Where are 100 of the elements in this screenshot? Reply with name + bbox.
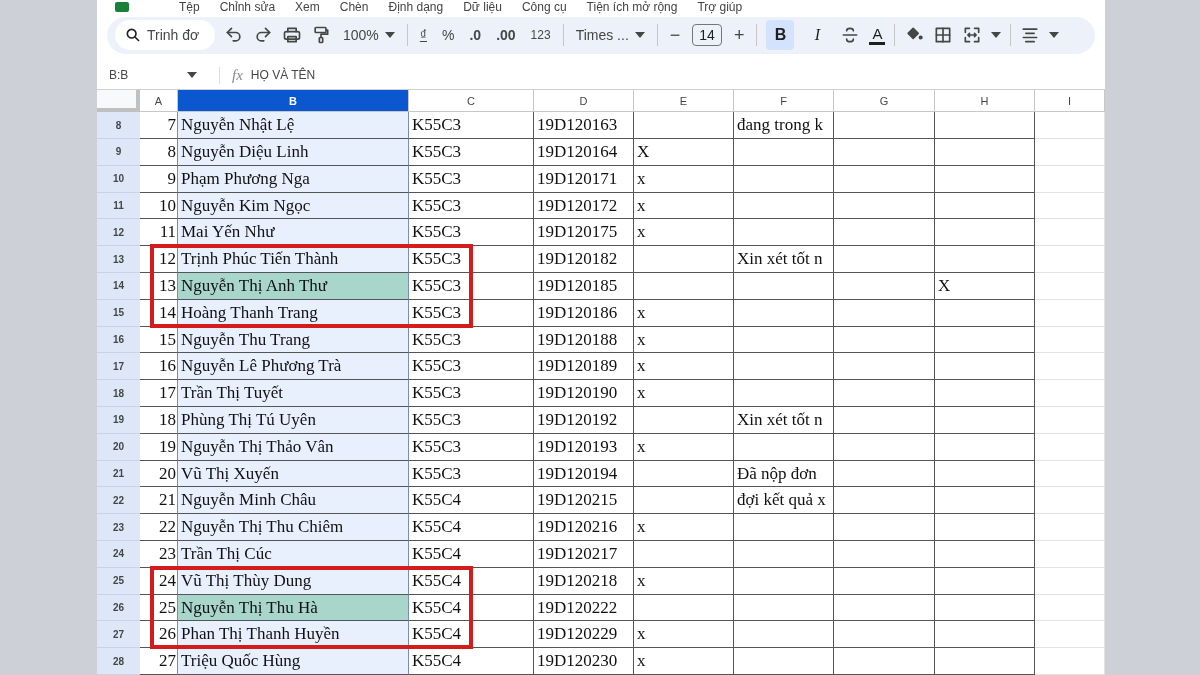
table-cell: x bbox=[634, 380, 734, 408]
text-color-button[interactable]: A bbox=[869, 25, 886, 45]
row-header[interactable]: 26 bbox=[97, 594, 140, 622]
table-cell: 19D120182 bbox=[534, 246, 634, 274]
row-header[interactable]: 25 bbox=[97, 567, 140, 595]
row-header[interactable]: 8 bbox=[97, 112, 140, 140]
row-header[interactable]: 27 bbox=[97, 621, 140, 649]
table-cell: K55C4 bbox=[409, 621, 534, 649]
table-cell bbox=[1035, 407, 1105, 434]
table-cell: Xin xét tốt n bbox=[734, 246, 834, 274]
formula-field[interactable]: HỌ VÀ TÊN bbox=[250, 68, 316, 83]
row-header[interactable]: 13 bbox=[97, 246, 140, 274]
caret-icon[interactable] bbox=[634, 32, 645, 39]
menu-item[interactable]: Tệp bbox=[179, 0, 200, 15]
row-header[interactable]: 24 bbox=[97, 541, 140, 568]
table-cell bbox=[1035, 541, 1105, 568]
percent-format-button[interactable]: % bbox=[439, 25, 458, 46]
row-header[interactable]: 19 bbox=[97, 407, 140, 434]
row-header[interactable]: 21 bbox=[97, 460, 140, 488]
table-cell: K55C3 bbox=[409, 273, 534, 300]
column-header[interactable]: G bbox=[834, 90, 935, 113]
table-cell: X bbox=[935, 273, 1035, 300]
table-cell bbox=[1035, 139, 1105, 166]
font-size-field[interactable]: 14 bbox=[692, 24, 722, 47]
table-cell: 19D120190 bbox=[534, 380, 634, 408]
table-cell: x bbox=[634, 192, 734, 220]
caret-icon[interactable] bbox=[991, 32, 1002, 39]
column-header[interactable]: H bbox=[935, 90, 1035, 113]
table-cell: 19D120217 bbox=[534, 541, 634, 568]
increase-font-size-button[interactable]: + bbox=[730, 22, 748, 48]
number-format-button[interactable]: 123 bbox=[527, 26, 554, 45]
column-header[interactable]: F bbox=[734, 90, 834, 113]
menu-item[interactable]: Xem bbox=[295, 0, 320, 15]
row-header[interactable]: 23 bbox=[97, 514, 140, 541]
menu-item[interactable]: Chèn bbox=[339, 0, 369, 15]
zoom-dropdown[interactable]: 100% bbox=[340, 25, 398, 46]
table-cell bbox=[1035, 460, 1105, 488]
table-cell: K55C3 bbox=[409, 299, 534, 327]
table-cell bbox=[1035, 567, 1105, 595]
table-cell: 19D120230 bbox=[534, 648, 634, 675]
row-header[interactable]: 10 bbox=[97, 165, 140, 193]
table-cell: 19D120229 bbox=[534, 621, 634, 649]
sheets-logo-icon[interactable] bbox=[115, 2, 129, 13]
currency-format-button[interactable]: ₫ bbox=[416, 25, 430, 46]
increase-decimal-button[interactable]: .00 bbox=[493, 25, 519, 46]
table-cell: 19D120171 bbox=[534, 165, 634, 193]
row-header[interactable]: 18 bbox=[97, 380, 140, 408]
table-cell bbox=[1035, 353, 1105, 381]
table-cell: 19D120172 bbox=[534, 192, 634, 220]
table-cell: x bbox=[634, 433, 734, 461]
decrease-decimal-button[interactable]: .0 bbox=[466, 25, 485, 46]
column-header[interactable]: D bbox=[534, 90, 634, 113]
table-cell: Nguyễn Thị Thu Hà bbox=[178, 594, 409, 622]
row-header[interactable]: 20 bbox=[97, 433, 140, 461]
row-header[interactable]: 28 bbox=[97, 648, 140, 675]
menu-item[interactable]: Tiện ích mở rộng bbox=[586, 0, 678, 15]
table-cell: K55C3 bbox=[409, 380, 534, 408]
table-cell: Trần Thị Tuyết bbox=[178, 380, 409, 408]
column-header[interactable]: I bbox=[1035, 90, 1105, 113]
table-cell: Nguyễn Lê Phương Trà bbox=[178, 353, 409, 381]
name-box[interactable]: B:B bbox=[97, 68, 207, 83]
table-cell: 19D120218 bbox=[534, 567, 634, 595]
row-header[interactable]: 16 bbox=[97, 326, 140, 354]
menu-search-field[interactable]: Trinh đơ bbox=[115, 20, 215, 51]
table-cell: đợi kết quả x bbox=[734, 487, 834, 515]
table-cell: x bbox=[634, 514, 734, 541]
table-cell: K55C4 bbox=[409, 648, 534, 675]
table-cell bbox=[1035, 380, 1105, 408]
table-cell: 19D120185 bbox=[534, 273, 634, 300]
print-icon[interactable] bbox=[282, 25, 302, 46]
merge-cells-icon[interactable] bbox=[962, 25, 983, 46]
borders-icon[interactable] bbox=[933, 25, 954, 46]
italic-button[interactable]: I bbox=[803, 20, 832, 51]
caret-icon[interactable] bbox=[384, 32, 395, 39]
caret-icon[interactable] bbox=[187, 72, 197, 79]
column-header[interactable]: E bbox=[634, 90, 734, 113]
bold-button[interactable]: B bbox=[766, 20, 795, 51]
row-header[interactable]: 9 bbox=[97, 139, 140, 166]
menu-item[interactable]: Dữ liệu bbox=[463, 0, 502, 15]
font-dropdown[interactable]: Times ... bbox=[572, 25, 648, 46]
menu-item[interactable]: Công cụ bbox=[521, 0, 567, 15]
table-cell: x bbox=[634, 219, 734, 247]
row-header[interactable]: 14 bbox=[97, 273, 140, 300]
column-header[interactable]: C bbox=[409, 90, 534, 113]
column-header[interactable]: B bbox=[178, 90, 409, 113]
table-cell bbox=[1035, 299, 1105, 327]
table-cell: Nguyễn Thị Thảo Vân bbox=[178, 433, 409, 461]
row-header[interactable]: 17 bbox=[97, 353, 140, 381]
menu-item[interactable]: Định dạng bbox=[388, 0, 444, 15]
row-header[interactable]: 22 bbox=[97, 487, 140, 515]
caret-icon[interactable] bbox=[1049, 32, 1060, 39]
table-cell: 19D120186 bbox=[534, 299, 634, 327]
menu-item[interactable]: Trợ giúp bbox=[697, 0, 743, 15]
table-cell bbox=[1035, 192, 1105, 220]
menu-item[interactable]: Chỉnh sửa bbox=[219, 0, 276, 15]
row-header[interactable]: 11 bbox=[97, 192, 140, 220]
paint-roller-icon[interactable] bbox=[311, 25, 331, 46]
decrease-font-size-button[interactable]: − bbox=[666, 22, 684, 48]
row-header[interactable]: 12 bbox=[97, 219, 140, 247]
row-header[interactable]: 15 bbox=[97, 299, 140, 327]
